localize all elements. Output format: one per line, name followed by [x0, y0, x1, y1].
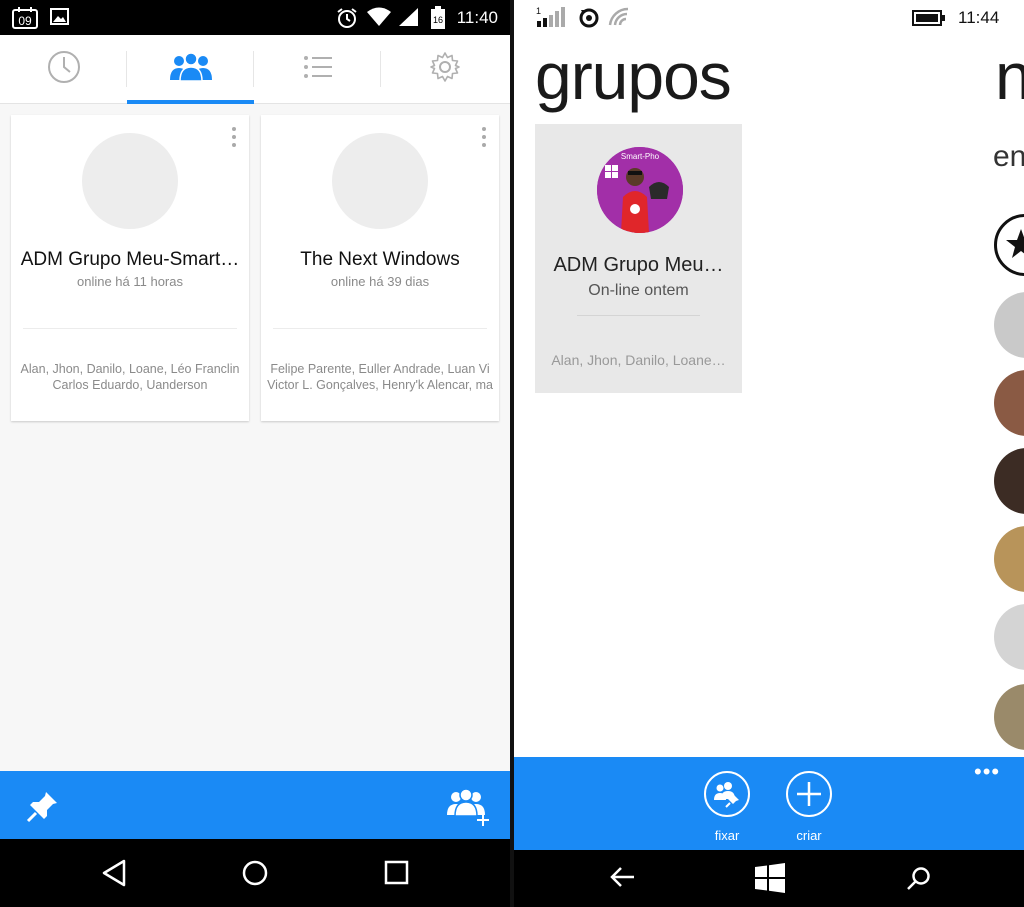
group-members: Felipe Parente, Euller Andrade, Luan Vi … [261, 361, 499, 393]
group-name: ADM Grupo Meu… [553, 254, 724, 276]
list-icon [303, 54, 333, 85]
group-avatar [82, 133, 178, 229]
windows-start-icon[interactable] [754, 863, 786, 898]
group-avatar: Smart-Pho [597, 147, 683, 233]
favorites-star-icon[interactable] [994, 214, 1024, 276]
sync-icon [578, 7, 600, 34]
group-status: online há 11 horas [76, 274, 183, 289]
tab-groups[interactable] [127, 35, 254, 104]
group-members: Alan, Jhon, Danilo, Loane, Léo Franclin … [11, 361, 249, 393]
card-divider [23, 328, 237, 329]
groups-icon [168, 51, 214, 87]
date-badge: 09 [18, 14, 32, 28]
tile-divider [577, 315, 700, 316]
android-screen: 09 16 11:40 ADM Grupo Meu-Smart… online … [0, 0, 510, 907]
card-divider [273, 328, 487, 329]
battery-icon: 16 [430, 6, 446, 35]
group-members-line: Victor L. Gonçalves, Henry'k Alencar, ma [267, 378, 493, 392]
next-pivot-title[interactable]: n [995, 38, 1024, 114]
tab-recent[interactable] [0, 35, 127, 103]
back-arrow-icon[interactable] [610, 866, 636, 893]
group-members-line: Carlos Eduardo, Uanderson [52, 378, 208, 392]
android-bottom-bar [0, 771, 510, 839]
group-members-line: Alan, Jhon, Danilo, Loane, Léo Franclin [20, 362, 240, 376]
pin-label: fixar [714, 828, 740, 843]
active-tab-indicator [127, 100, 254, 104]
android-clock: 11:40 [456, 8, 498, 27]
more-options-icon[interactable]: ••• [974, 759, 1000, 785]
avatar-caption: Smart-Pho [621, 152, 660, 161]
clock-icon [47, 50, 81, 89]
pin-button[interactable]: fixar [697, 771, 757, 843]
contact-avatar[interactable] [994, 292, 1024, 358]
wifi-icon [366, 7, 392, 32]
battery-level: 16 [433, 15, 443, 25]
tab-settings[interactable] [381, 35, 508, 103]
contact-avatar[interactable] [994, 370, 1024, 436]
group-tile[interactable]: Smart-Pho ADM Grupo Meu… On-line ontem A… [535, 124, 742, 393]
group-status: On-line ontem [588, 282, 689, 299]
alarm-icon [336, 7, 358, 34]
android-nav-bar [0, 839, 510, 907]
add-icon [786, 771, 832, 817]
windows-app-bar: fixar criar ••• [514, 757, 1024, 850]
create-label: criar [796, 828, 822, 843]
image-notification-icon [50, 7, 70, 32]
search-icon[interactable] [906, 866, 932, 897]
group-members: Alan, Jhon, Danilo, Loane… [551, 352, 726, 368]
cell-signal-icon [398, 7, 420, 32]
back-icon[interactable] [101, 859, 127, 892]
wifi-icon [608, 7, 630, 32]
recent-apps-icon[interactable] [384, 860, 410, 891]
gear-icon [429, 51, 461, 88]
tab-list[interactable] [254, 35, 381, 103]
group-avatar [332, 133, 428, 229]
group-members-line: Felipe Parente, Euller Andrade, Luan Vi [270, 362, 490, 376]
pin-icon[interactable] [26, 789, 60, 828]
next-pivot-subtitle: en [993, 140, 1024, 173]
android-status-bar: 09 16 11:40 [0, 0, 510, 35]
create-button[interactable]: criar [779, 771, 839, 843]
overflow-menu-icon[interactable] [231, 127, 237, 151]
home-icon[interactable] [241, 859, 269, 892]
group-name: The Next Windows [300, 249, 460, 270]
windows-clock: 11:44 [958, 8, 1000, 27]
battery-icon [912, 10, 946, 31]
windows-nav-bar [514, 850, 1024, 907]
group-name: ADM Grupo Meu-Smart… [20, 249, 240, 270]
cell-signal-icon: 1 [536, 6, 568, 33]
contact-avatar[interactable] [994, 684, 1024, 750]
windows-phone-screen: 1 11:44 grupos n en Smart-Pho ADM Grupo … [514, 0, 1024, 907]
windows-status-bar: 1 11:44 [514, 0, 1024, 35]
page-title: grupos [535, 39, 732, 113]
calendar-notification-icon: 09 [12, 7, 38, 34]
contact-avatar[interactable] [994, 526, 1024, 592]
contact-avatar[interactable] [994, 448, 1024, 514]
svg-text:1: 1 [536, 6, 541, 16]
contact-avatar[interactable] [994, 604, 1024, 670]
group-card[interactable]: The Next Windows online há 39 dias Felip… [261, 115, 499, 421]
android-tab-bar [0, 35, 510, 104]
overflow-menu-icon[interactable] [481, 127, 487, 151]
group-card[interactable]: ADM Grupo Meu-Smart… online há 11 horas … [11, 115, 249, 421]
pin-group-icon [704, 771, 750, 817]
add-group-icon[interactable] [446, 788, 492, 834]
group-status: online há 39 dias [330, 274, 430, 289]
